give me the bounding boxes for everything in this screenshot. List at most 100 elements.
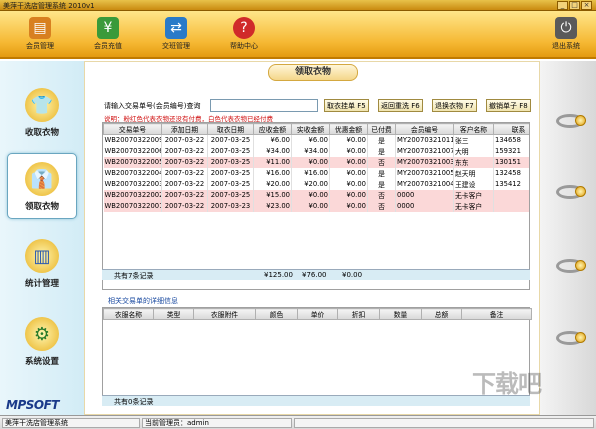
column-header[interactable]: 总额	[421, 308, 462, 320]
maximize-button[interactable]: □	[569, 1, 580, 10]
toolbar-shift-management[interactable]: ⇄ 交班管理	[146, 11, 206, 59]
status-app-name: 美萍干洗店管理系统	[2, 418, 140, 428]
total-due: ¥125.00	[264, 271, 293, 279]
search-input[interactable]	[210, 99, 318, 112]
sidebar-item-pickup-clothes[interactable]: 👔 领取衣物	[7, 153, 77, 219]
cell-member: MY20070321005	[395, 167, 454, 179]
cell-add: 2007-03-22	[161, 189, 208, 201]
cell-add: 2007-03-22	[161, 156, 208, 168]
title-bar: 美萍干洗店管理系统 2010v1 _ □ ×	[0, 0, 596, 11]
table-row[interactable]: WB20070322004 2007-03-22 2007-03-25 ¥16.00 ¥…	[103, 167, 529, 179]
orders-table[interactable]: 交易单号 添加日期 取衣日期 应收金额 实收金额 优惠金额 已付费 会员编号 客户名称 联系 WB…	[102, 122, 530, 290]
cell-disc: ¥0.00	[329, 145, 368, 157]
cell-add: 2007-03-22	[161, 167, 208, 179]
member-card-icon: ▤	[29, 17, 51, 39]
total-paid: ¥76.00	[302, 271, 327, 279]
status-bar: 美萍干洗店管理系统 当前管理员：admin	[0, 415, 596, 429]
orders-count: 共有7条记录	[114, 272, 154, 280]
toolbar-member-management[interactable]: ▤ 会员管理	[10, 11, 70, 59]
cell-id: WB20070322001	[103, 200, 162, 212]
details-count: 共有0条记录	[114, 398, 154, 406]
cell-add: 2007-03-22	[161, 178, 208, 190]
page-title: 领取衣物	[268, 64, 358, 81]
toolbar-label: 退出系统	[552, 42, 580, 50]
cell-due: ¥16.00	[253, 167, 292, 179]
return-clothes-button[interactable]: 退换衣物 F7	[432, 99, 477, 112]
table-row[interactable]: WB20070322006 2007-03-22 2007-03-25 ¥34.00 ¥…	[103, 145, 529, 157]
table-row[interactable]: WB20070322001 2007-03-22 2007-03-23 ¥23.00 ¥…	[103, 200, 529, 212]
column-header[interactable]: 单价	[297, 308, 338, 320]
column-header[interactable]: 联系	[493, 123, 529, 135]
cell-paid: ¥0.00	[291, 156, 330, 168]
cell-member: 0000	[395, 200, 454, 212]
cell-name: 东东	[453, 156, 494, 168]
cell-phone	[493, 200, 529, 212]
column-header[interactable]: 已付费	[367, 123, 396, 135]
cell-ispaid: 是	[367, 167, 396, 179]
column-header[interactable]: 取衣日期	[207, 123, 254, 135]
toolbar-exit-system[interactable]: ⏻ 退出系统	[536, 11, 596, 59]
cell-ispaid: 是	[367, 178, 396, 190]
column-header[interactable]: 类型	[153, 308, 194, 320]
column-header[interactable]: 应收金额	[253, 123, 292, 135]
cell-ispaid: 否	[367, 200, 396, 212]
binder-ring-dot	[575, 115, 586, 126]
cancel-order-button[interactable]: 撤销单子 F8	[486, 99, 531, 112]
details-table[interactable]: 衣服名称 类型 衣服附件 颜色 单价 折扣 数量 总额 备注	[102, 307, 532, 406]
sidebar-item-settings[interactable]: ⚙ 系统设置	[7, 309, 77, 375]
pickup-clothes-icon: 👔	[25, 162, 59, 196]
minimize-button[interactable]: _	[557, 1, 568, 10]
toolbar-member-recharge[interactable]: ¥ 会员充值	[78, 11, 138, 59]
column-header[interactable]: 实收金额	[291, 123, 330, 135]
pickup-checkout-button[interactable]: 取衣挂单 F5	[324, 99, 369, 112]
total-discount: ¥0.00	[342, 271, 363, 279]
details-label: 相关交易单的详细信息	[108, 297, 178, 305]
cell-member: MY20070321003	[395, 156, 454, 168]
column-header[interactable]: 折扣	[337, 308, 380, 320]
column-header[interactable]: 衣服附件	[193, 308, 256, 320]
recharge-icon: ¥	[97, 17, 119, 39]
table-row[interactable]: WB20070322005 2007-03-22 2007-03-25 ¥11.00 ¥…	[103, 156, 529, 168]
cell-ispaid: 是	[367, 134, 396, 146]
cell-member: MY20070321011	[395, 134, 454, 146]
toolbar-label: 帮助中心	[230, 42, 258, 50]
column-header[interactable]: 优惠金额	[329, 123, 368, 135]
shift-handover-icon: ⇄	[165, 17, 187, 39]
cell-disc: ¥0.00	[329, 189, 368, 201]
cell-due: ¥15.00	[253, 189, 292, 201]
column-header[interactable]: 添加日期	[161, 123, 208, 135]
cell-id: WB20070322005	[103, 156, 162, 168]
cell-paid: ¥34.00	[291, 145, 330, 157]
cell-due: ¥34.00	[253, 145, 292, 157]
column-header[interactable]: 客户名称	[453, 123, 494, 135]
column-header[interactable]: 备注	[461, 308, 532, 320]
cell-phone: 134658	[493, 134, 529, 146]
table-row[interactable]: WB20070322002 2007-03-22 2007-03-25 ¥15.00 ¥…	[103, 189, 529, 201]
column-header[interactable]: 交易单号	[103, 123, 162, 135]
cell-disc: ¥0.00	[329, 178, 368, 190]
window-title: 美萍干洗店管理系统 2010v1	[3, 2, 95, 10]
column-header[interactable]: 数量	[379, 308, 422, 320]
cell-pick: 2007-03-25	[207, 145, 254, 157]
binder-ring-dot	[575, 260, 586, 271]
status-empty	[294, 418, 594, 428]
table-row[interactable]: WB20070322003 2007-03-22 2007-03-25 ¥20.00 ¥…	[103, 178, 529, 190]
column-header[interactable]: 衣服名称	[103, 308, 154, 320]
cell-phone: 135412	[493, 178, 529, 190]
rewash-button[interactable]: 返回重洗 F6	[378, 99, 423, 112]
exit-icon: ⏻	[555, 17, 577, 39]
sidebar-item-label: 系统设置	[24, 357, 59, 367]
column-header[interactable]: 颜色	[255, 308, 298, 320]
cell-paid: ¥0.00	[291, 189, 330, 201]
sidebar-item-receive-clothes[interactable]: 👕 收取衣物	[7, 80, 77, 146]
cell-due: ¥6.00	[253, 134, 292, 146]
sidebar-item-statistics[interactable]: ▥ 统计管理	[7, 231, 77, 297]
binder-ring-dot	[575, 332, 586, 343]
column-header[interactable]: 会员编号	[395, 123, 454, 135]
toolbar-help-center[interactable]: ? 帮助中心	[214, 11, 274, 59]
close-button[interactable]: ×	[581, 1, 592, 10]
cell-name: 无卡客户	[453, 189, 494, 201]
binder-ring-dot	[575, 186, 586, 197]
table-row[interactable]: WB20070322009 2007-03-22 2007-03-25 ¥6.00 ¥6…	[103, 134, 529, 146]
sidebar-item-label: 统计管理	[24, 279, 59, 289]
